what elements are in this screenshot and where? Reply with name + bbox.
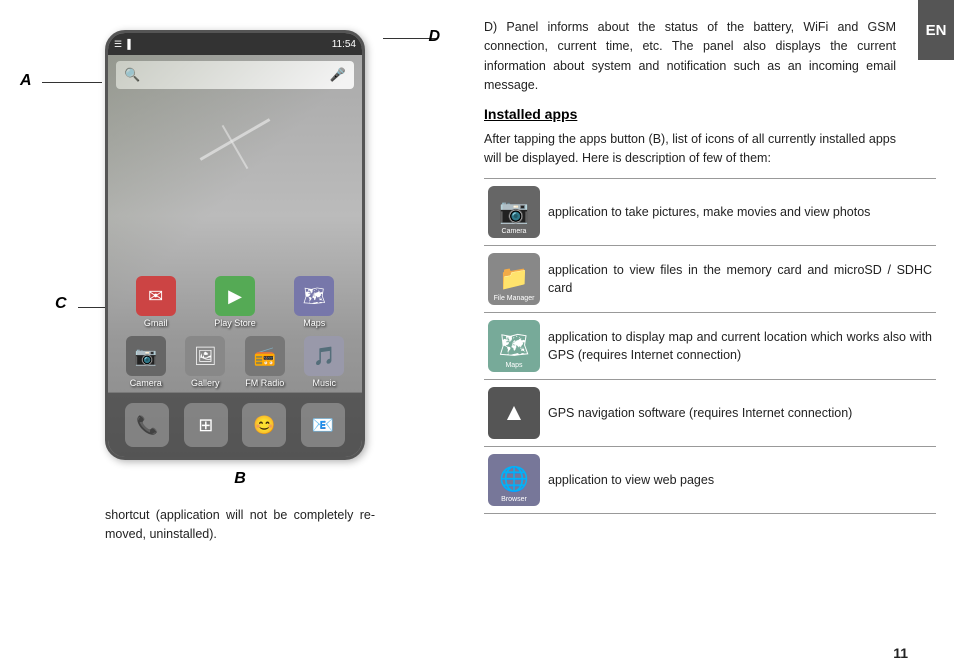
app-maps[interactable]: 🗺 Maps	[284, 276, 344, 328]
clock-display: 11:54	[332, 39, 356, 50]
intro-text: D) Panel informs about the status of the…	[484, 18, 936, 96]
gmail-label: Gmail	[144, 318, 168, 328]
apps-row-1: ✉ Gmail ▶ Play Store 🗺 Maps	[108, 272, 362, 332]
app-fmradio[interactable]: 📻 FM Radio	[235, 336, 295, 388]
app-description-4: application to view web pages	[544, 447, 936, 514]
apps-table: 📷 Camera application to take pictures, m…	[484, 178, 936, 514]
gallery-label: Gallery	[191, 378, 220, 388]
gallery-icon: 🖼	[185, 336, 225, 376]
phone-screen: 🔍 🎤 ✉ Gmail ▶	[108, 55, 362, 457]
label-d-container: D	[428, 28, 440, 46]
gmail-icon: ✉	[136, 276, 176, 316]
left-panel: D A C ☰ ▐ 11:54 🔍 🎤	[0, 0, 470, 671]
app-icon-cell-3: ▲	[484, 380, 544, 447]
label-c: C	[55, 295, 67, 313]
app-icon-box-1: 📁 File Manager	[488, 253, 540, 305]
right-panel: EN D) Panel informs about the status of …	[470, 0, 954, 671]
phone-frame: ☰ ▐ 11:54 🔍 🎤	[105, 30, 365, 460]
app-gallery[interactable]: 🖼 Gallery	[176, 336, 236, 388]
fmradio-label: FM Radio	[245, 378, 284, 388]
clock-hand-1	[200, 118, 271, 161]
dock-phone[interactable]: 📞	[125, 403, 169, 447]
table-row: 🗺 Maps application to display map and cu…	[484, 313, 936, 380]
section-title: Installed apps	[484, 106, 936, 122]
app-icon-cell-4: 🌐 Browser	[484, 447, 544, 514]
app-icon-symbol-4: 🌐	[499, 468, 529, 492]
app-icon-box-4: 🌐 Browser	[488, 454, 540, 506]
app-description-3: GPS navigation software (requires Intern…	[544, 380, 936, 447]
dock-apps[interactable]: ⊞	[184, 403, 228, 447]
app-icon-sublabel-4: Browser	[488, 496, 540, 503]
app-icon-symbol-0: 📷	[499, 200, 529, 224]
app-icon-symbol-3: ▲	[502, 401, 526, 425]
label-d: D	[428, 28, 440, 45]
wifi-icon: ☰	[114, 39, 122, 50]
app-icon-sublabel-2: Maps	[488, 362, 540, 369]
app-icon-cell-2: 🗺 Maps	[484, 313, 544, 380]
app-camera[interactable]: 📷 Camera	[116, 336, 176, 388]
dock-email[interactable]: 📧	[301, 403, 345, 447]
label-b: B	[234, 470, 246, 488]
app-icon-box-3: ▲	[488, 387, 540, 439]
app-description-0: application to take pictures, make movie…	[544, 179, 936, 246]
page-number: 11	[893, 645, 908, 661]
phone-clock-area	[108, 95, 362, 272]
music-icon: 🎵	[304, 336, 344, 376]
table-row: 📁 File Manager application to view files…	[484, 246, 936, 313]
app-description-1: application to view files in the memory …	[544, 246, 936, 313]
bottom-caption: shortcut (application will not be comple…	[105, 506, 375, 544]
app-gmail[interactable]: ✉ Gmail	[126, 276, 186, 328]
app-music[interactable]: 🎵 Music	[295, 336, 355, 388]
apps-row-2: 📷 Camera 🖼 Gallery 📻 FM Radio 🎵 Music	[108, 332, 362, 392]
dock-smiley[interactable]: 😊	[242, 403, 286, 447]
camera-label: Camera	[130, 378, 162, 388]
playstore-label: Play Store	[214, 318, 256, 328]
app-icon-box-0: 📷 Camera	[488, 186, 540, 238]
maps-label: Maps	[303, 318, 325, 328]
music-label: Music	[312, 378, 336, 388]
phone-container: ☰ ▐ 11:54 🔍 🎤	[105, 30, 375, 460]
app-icon-sublabel-1: File Manager	[488, 295, 540, 302]
fmradio-icon: 📻	[245, 336, 285, 376]
phone-dock: 📞 ⊞ 😊 📧	[108, 392, 362, 457]
search-icon: 🔍	[124, 67, 140, 83]
lang-badge: EN	[918, 0, 954, 60]
maps-icon: 🗺	[294, 276, 334, 316]
app-playstore[interactable]: ▶ Play Store	[205, 276, 265, 328]
mic-icon: 🎤	[330, 67, 346, 83]
app-icon-cell-1: 📁 File Manager	[484, 246, 544, 313]
signal-icon: ▐	[124, 39, 130, 49]
table-row: 🌐 Browser application to view web pages	[484, 447, 936, 514]
camera-icon: 📷	[126, 336, 166, 376]
app-icon-symbol-2: 🗺	[499, 334, 529, 358]
table-row: ▲ GPS navigation software (requires Inte…	[484, 380, 936, 447]
app-icon-symbol-1: 📁	[499, 267, 529, 291]
playstore-icon: ▶	[215, 276, 255, 316]
phone-status-bar: ☰ ▐ 11:54	[108, 33, 362, 55]
app-icon-sublabel-0: Camera	[488, 228, 540, 235]
app-description-2: application to display map and current l…	[544, 313, 936, 380]
label-a: A	[20, 72, 32, 90]
status-left-icons: ☰ ▐	[114, 39, 130, 50]
app-icon-cell-0: 📷 Camera	[484, 179, 544, 246]
label-b-row: B	[234, 464, 246, 488]
table-row: 📷 Camera application to take pictures, m…	[484, 179, 936, 246]
phone-search-bar[interactable]: 🔍 🎤	[116, 61, 354, 89]
app-icon-box-2: 🗺 Maps	[488, 320, 540, 372]
callout-a-line	[42, 82, 102, 83]
section-intro: After tapping the apps button (B), list …	[484, 130, 936, 169]
